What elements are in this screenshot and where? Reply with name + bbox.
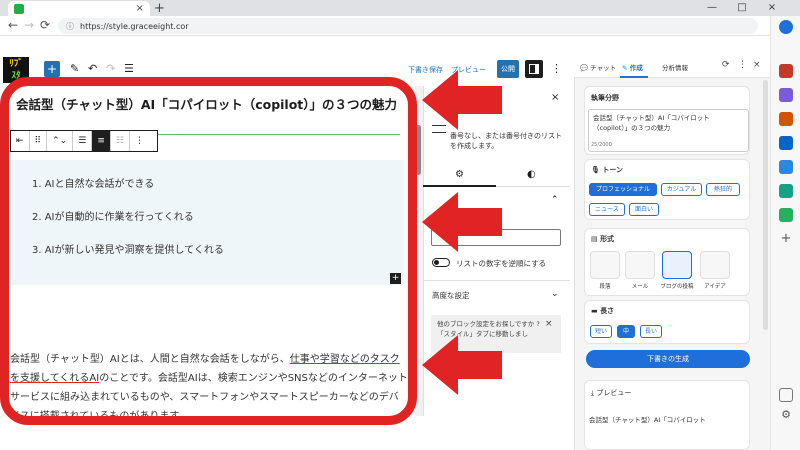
options-menu-icon[interactable]: ⋮ bbox=[551, 62, 562, 75]
format-label: アイデア bbox=[704, 284, 726, 290]
redo-icon[interactable]: ↷ bbox=[106, 62, 115, 75]
format-title: ▤ 形式 bbox=[591, 235, 615, 243]
ideas-format-icon[interactable] bbox=[700, 251, 730, 279]
forward-button[interactable]: → bbox=[24, 18, 34, 32]
tools-icon[interactable] bbox=[779, 88, 793, 102]
notice-close-icon[interactable]: × bbox=[545, 319, 553, 329]
styles-tab-icon[interactable]: ◐ bbox=[527, 169, 536, 180]
length-short-button[interactable]: 短い bbox=[590, 325, 612, 338]
preview-title: ⤓ プレビュー bbox=[591, 389, 632, 397]
annotation-arrow-2 bbox=[422, 192, 458, 252]
annotation-arrow-shaft bbox=[456, 208, 502, 236]
publish-button[interactable]: 公開 bbox=[497, 60, 519, 78]
length-title: ▬ 長さ bbox=[591, 307, 615, 315]
tab-close-icon[interactable]: × bbox=[136, 3, 144, 14]
minimize-button[interactable]: — bbox=[700, 0, 724, 16]
edge-sidebar: + ⚙ bbox=[770, 16, 800, 450]
add-block-button[interactable]: + bbox=[44, 61, 60, 77]
divider bbox=[423, 280, 570, 281]
tab-insights[interactable]: 分析情報 bbox=[662, 62, 688, 72]
chevron-up-icon[interactable]: ⌃ bbox=[551, 195, 559, 205]
active-tab-indicator bbox=[620, 76, 648, 78]
settings-tabs bbox=[423, 165, 570, 187]
blog-format-icon[interactable] bbox=[662, 251, 692, 279]
tree-icon[interactable] bbox=[779, 208, 793, 222]
outlook-icon[interactable] bbox=[779, 136, 793, 150]
close-icon[interactable]: × bbox=[753, 60, 761, 70]
url-text: https://style.graceeight.cor bbox=[80, 21, 189, 31]
format-label: ブログの投稿 bbox=[660, 284, 694, 290]
char-count: 25/2000 bbox=[591, 142, 612, 148]
tone-title: 🎙 トーン bbox=[591, 166, 623, 174]
favicon-icon bbox=[14, 3, 24, 14]
shopping-icon[interactable] bbox=[779, 64, 793, 78]
settings-close-icon[interactable]: × bbox=[551, 92, 559, 103]
games-icon[interactable] bbox=[779, 184, 793, 198]
undo-icon[interactable]: ↶ bbox=[88, 62, 97, 75]
url-input[interactable]: ⓘ https://style.graceeight.cor bbox=[58, 18, 758, 34]
annotation-arrow-1 bbox=[422, 70, 458, 130]
annotation-arrow-shaft bbox=[456, 86, 502, 114]
tone-funny-button[interactable]: 面白い bbox=[629, 203, 659, 216]
office-icon[interactable] bbox=[779, 112, 793, 126]
length-long-button[interactable]: 長い bbox=[640, 325, 662, 338]
advanced-settings-toggle[interactable]: 高度な設定 bbox=[432, 290, 470, 301]
tab-compose[interactable]: ✎ 作成 bbox=[622, 62, 643, 72]
active-tab-indicator bbox=[423, 185, 496, 187]
annotation-frame bbox=[0, 77, 417, 425]
send-icon[interactable] bbox=[779, 160, 793, 174]
tone-professional-button[interactable]: プロフェッショナル bbox=[589, 183, 657, 196]
site-info-icon[interactable]: ⓘ bbox=[66, 21, 74, 32]
reverse-order-label: リストの数字を逆順にする bbox=[456, 259, 547, 268]
maximize-button[interactable]: □ bbox=[730, 0, 754, 16]
paragraph-format-icon[interactable] bbox=[590, 251, 620, 279]
sidebar-layout-icon[interactable] bbox=[779, 388, 793, 402]
chevron-down-icon[interactable]: ⌄ bbox=[551, 289, 559, 299]
document-overview-icon[interactable]: ☰ bbox=[124, 62, 134, 75]
annotation-arrow-shaft bbox=[456, 351, 502, 379]
browser-tab[interactable]: × bbox=[8, 1, 150, 16]
tone-news-button[interactable]: ニュース bbox=[589, 203, 625, 216]
reload-button[interactable]: ⟳ bbox=[40, 18, 50, 32]
refresh-icon[interactable]: ⟳ bbox=[722, 60, 730, 70]
sidebar-icon bbox=[529, 64, 539, 74]
format-label: メール bbox=[631, 284, 649, 290]
preview-text: 会話型（チャット型）AI「コパイロット bbox=[589, 416, 706, 424]
copilot-icon[interactable] bbox=[779, 20, 793, 34]
sidebar-settings-icon[interactable]: ⚙ bbox=[779, 408, 793, 422]
back-button[interactable]: ← bbox=[8, 18, 18, 32]
topic-title: 執筆分野 bbox=[591, 94, 619, 102]
tone-casual-button[interactable]: カジュアル bbox=[661, 183, 702, 196]
tone-enthusiastic-button[interactable]: 熱狂的 bbox=[706, 183, 740, 196]
block-description: 番号なし、または番号付きのリストを作成します。 bbox=[450, 132, 562, 150]
settings-tab-gear-icon[interactable]: ⚙ bbox=[455, 169, 464, 180]
close-window-button[interactable]: × bbox=[760, 0, 784, 16]
generate-draft-button[interactable]: 下書きの生成 bbox=[586, 350, 750, 368]
tab-chat[interactable]: 💬 チャット bbox=[580, 62, 616, 72]
settings-toggle-button[interactable] bbox=[525, 60, 543, 78]
length-medium-button[interactable]: 中 bbox=[617, 325, 635, 338]
edit-tool-icon[interactable]: ✎ bbox=[70, 62, 79, 75]
new-tab-button[interactable]: + bbox=[154, 1, 165, 16]
email-format-icon[interactable] bbox=[625, 251, 655, 279]
add-sidebar-icon[interactable]: + bbox=[779, 232, 793, 246]
copilot-scrollbar[interactable] bbox=[763, 80, 768, 330]
toggle-knob bbox=[434, 260, 439, 265]
reverse-order-toggle[interactable] bbox=[432, 258, 450, 267]
annotation-arrow-3 bbox=[422, 335, 458, 395]
format-label: 段落 bbox=[599, 284, 611, 290]
more-icon[interactable]: ⋮ bbox=[738, 60, 747, 70]
topic-textarea[interactable]: 会話型（チャット型）AI「コパイロット（copilot）」の３つの魅力 bbox=[588, 109, 749, 152]
